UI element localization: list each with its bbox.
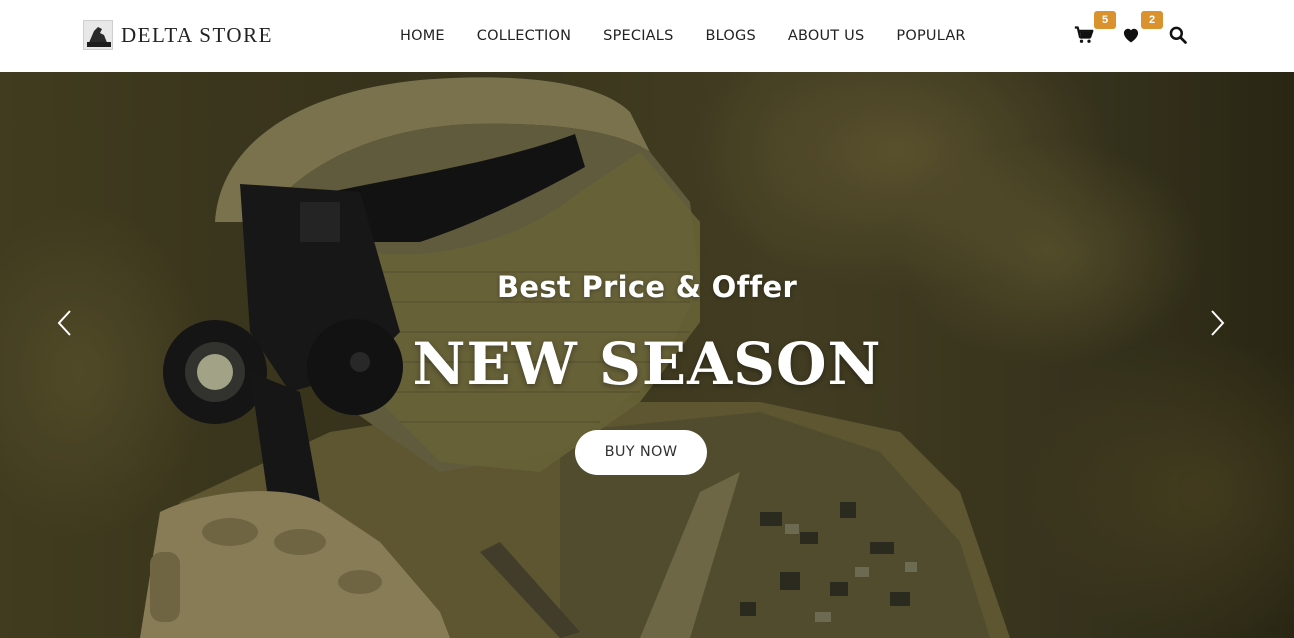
main-nav: HOME COLLECTION SPECIALS BLOGS ABOUT US … [400,0,998,72]
nav-collection[interactable]: COLLECTION [477,28,571,44]
airsoft-logo-icon [83,20,113,50]
heart-icon [1123,28,1139,43]
hero-title: NEW SEASON [412,330,882,398]
nav-blogs[interactable]: BLOGS [705,28,755,44]
nav-home[interactable]: HOME [400,28,445,44]
hero-slider: Best Price & Offer NEW SEASON BUY NOW [0,72,1294,638]
wishlist-button[interactable]: 2 [1121,11,1163,47]
nav-popular[interactable]: POPULAR [896,28,965,44]
brand-logo[interactable]: DELTA STORE [83,20,273,50]
site-header: DELTA STORE HOME COLLECTION SPECIALS BLO… [0,0,1294,72]
cart-button[interactable]: 5 [1074,11,1116,47]
buy-now-button[interactable]: BUY NOW [575,430,707,475]
header-actions: 5 2 [1074,0,1190,72]
cart-count-badge: 5 [1094,11,1116,29]
wishlist-count-badge: 2 [1141,11,1163,29]
cart-icon [1074,26,1094,43]
nav-about-us[interactable]: ABOUT US [788,28,865,44]
search-icon [1169,26,1187,44]
brand-name: DELTA STORE [121,22,273,47]
search-button[interactable] [1168,25,1190,47]
hero-subtitle: Best Price & Offer [496,270,798,304]
nav-specials[interactable]: SPECIALS [603,28,673,44]
